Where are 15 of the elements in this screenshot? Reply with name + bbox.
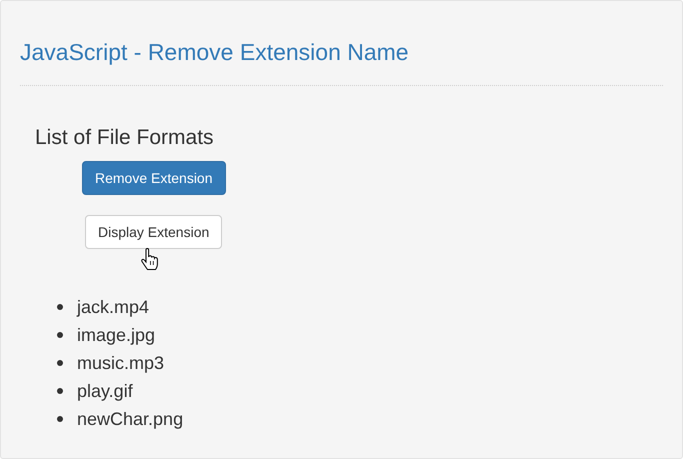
bullet-icon xyxy=(57,332,63,338)
bullet-icon xyxy=(57,360,63,366)
file-name: newChar.png xyxy=(77,408,184,430)
bullet-icon xyxy=(57,416,63,422)
file-name: image.jpg xyxy=(77,324,156,346)
remove-extension-button[interactable]: Remove Extension xyxy=(82,161,226,195)
page-title: JavaScript - Remove Extension Name xyxy=(20,38,409,66)
file-name: jack.mp4 xyxy=(77,296,150,318)
hand-cursor-icon xyxy=(141,248,159,271)
display-extension-button[interactable]: Display Extension xyxy=(85,215,222,249)
file-name: music.mp3 xyxy=(77,352,164,374)
section-heading: List of File Formats xyxy=(35,125,214,151)
file-name: play.gif xyxy=(77,380,133,402)
bullet-icon xyxy=(57,388,63,394)
bullet-icon xyxy=(57,304,63,310)
